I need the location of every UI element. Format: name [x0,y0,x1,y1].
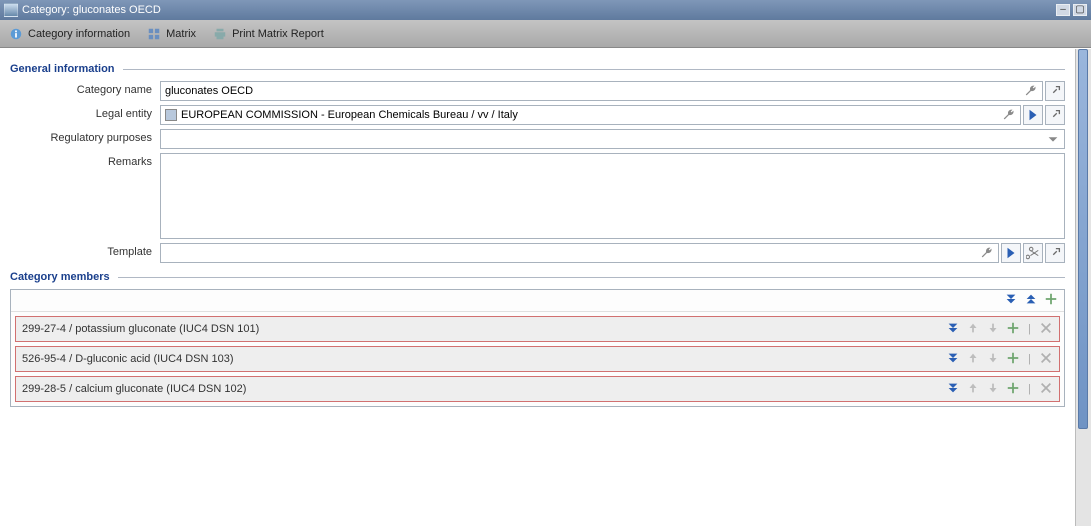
add-button[interactable] [1006,351,1020,368]
move-down-button[interactable] [986,351,1000,368]
category-name-input[interactable]: gluconates OECD [160,81,1043,101]
input-value: EUROPEAN COMMISSION - European Chemicals… [181,109,518,121]
toolbar-label: Matrix [166,28,196,40]
arrow-right-icon [1026,108,1040,122]
move-up-button[interactable] [966,321,980,338]
remarks-textarea[interactable] [160,153,1065,239]
arrow-down-icon [986,321,1000,335]
arrow-up-icon [966,381,980,395]
section-title: General information [10,63,115,75]
label-category-name: Category name [10,81,160,96]
section-category-members: Category members [10,271,1065,283]
chevron-down-icon [1046,132,1060,146]
scrollbar-thumb[interactable] [1078,49,1088,429]
app-icon [4,3,18,17]
wrench-icon [1024,84,1038,98]
remove-button[interactable] [1039,321,1053,338]
close-icon [1039,381,1053,395]
move-up-button[interactable] [966,351,980,368]
legal-entity-input[interactable]: EUROPEAN COMMISSION - European Chemicals… [160,105,1021,125]
section-title: Category members [10,271,110,283]
scissors-icon [1026,246,1040,260]
scrollbar[interactable] [1075,49,1091,526]
wrench-icon [1002,108,1016,122]
cut-button[interactable] [1023,243,1043,263]
arrow-up-icon [966,351,980,365]
regulatory-select[interactable] [160,129,1065,149]
plus-icon [1006,321,1020,335]
toolbar-print-report[interactable]: Print Matrix Report [212,26,324,42]
member-row[interactable]: 526-95-4 / D-gluconic acid (IUC4 DSN 103… [15,346,1060,372]
toolbar: Category information Matrix Print Matrix… [0,20,1091,48]
open-button[interactable] [1023,105,1043,125]
template-input[interactable] [160,243,999,263]
members-actionbar [11,290,1064,312]
remove-button[interactable] [1039,351,1053,368]
member-row[interactable]: 299-28-5 / calcium gluconate (IUC4 DSN 1… [15,376,1060,402]
add-button[interactable] [1006,321,1020,338]
label-remarks: Remarks [10,153,160,168]
label-regulatory: Regulatory purposes [10,129,160,144]
add-member-button[interactable] [1044,292,1058,309]
move-up-button[interactable] [966,381,980,398]
link-icon [1048,108,1062,122]
link-icon [1048,246,1062,260]
open-button[interactable] [1001,243,1021,263]
members-panel: 299-27-4 / potassium gluconate (IUC4 DSN… [10,289,1065,407]
arrow-down-icon [986,381,1000,395]
plus-icon [1006,381,1020,395]
print-icon [212,26,228,42]
toolbar-label: Category information [28,28,130,40]
double-down-icon [946,381,960,395]
plus-icon [1006,351,1020,365]
toolbar-label: Print Matrix Report [232,28,324,40]
info-icon [8,26,24,42]
member-text: 526-95-4 / D-gluconic acid (IUC4 DSN 103… [22,353,946,365]
double-down-icon [946,321,960,335]
label-legal-entity: Legal entity [10,105,160,120]
move-down-button[interactable] [986,321,1000,338]
section-general-info: General information [10,63,1065,75]
arrow-down-icon [986,351,1000,365]
arrow-up-icon [966,321,980,335]
link-icon [1048,84,1062,98]
remove-button[interactable] [1039,381,1053,398]
member-text: 299-27-4 / potassium gluconate (IUC4 DSN… [22,323,946,335]
input-value: gluconates OECD [165,85,253,97]
label-template: Template [10,243,160,258]
expand-all-button[interactable] [1004,292,1018,309]
close-icon [1039,321,1053,335]
link-button[interactable] [1045,81,1065,101]
window-title: Category: gluconates OECD [22,4,1056,16]
building-icon [165,109,177,121]
link-button[interactable] [1045,243,1065,263]
close-icon [1039,351,1053,365]
member-row[interactable]: 299-27-4 / potassium gluconate (IUC4 DSN… [15,316,1060,342]
expand-button[interactable] [946,381,960,398]
move-down-button[interactable] [986,381,1000,398]
double-down-icon [1004,292,1018,306]
double-up-icon [1024,292,1038,306]
minimize-button[interactable]: – [1056,4,1070,16]
add-button[interactable] [1006,381,1020,398]
link-button[interactable] [1045,105,1065,125]
toolbar-matrix[interactable]: Matrix [146,26,196,42]
expand-button[interactable] [946,351,960,368]
matrix-icon [146,26,162,42]
member-text: 299-28-5 / calcium gluconate (IUC4 DSN 1… [22,383,946,395]
arrow-right-icon [1004,246,1018,260]
plus-icon [1044,292,1058,306]
double-down-icon [946,351,960,365]
maximize-button[interactable]: ▢ [1073,4,1087,16]
wrench-icon [980,246,994,260]
expand-button[interactable] [946,321,960,338]
collapse-all-button[interactable] [1024,292,1038,309]
toolbar-category-info[interactable]: Category information [8,26,130,42]
